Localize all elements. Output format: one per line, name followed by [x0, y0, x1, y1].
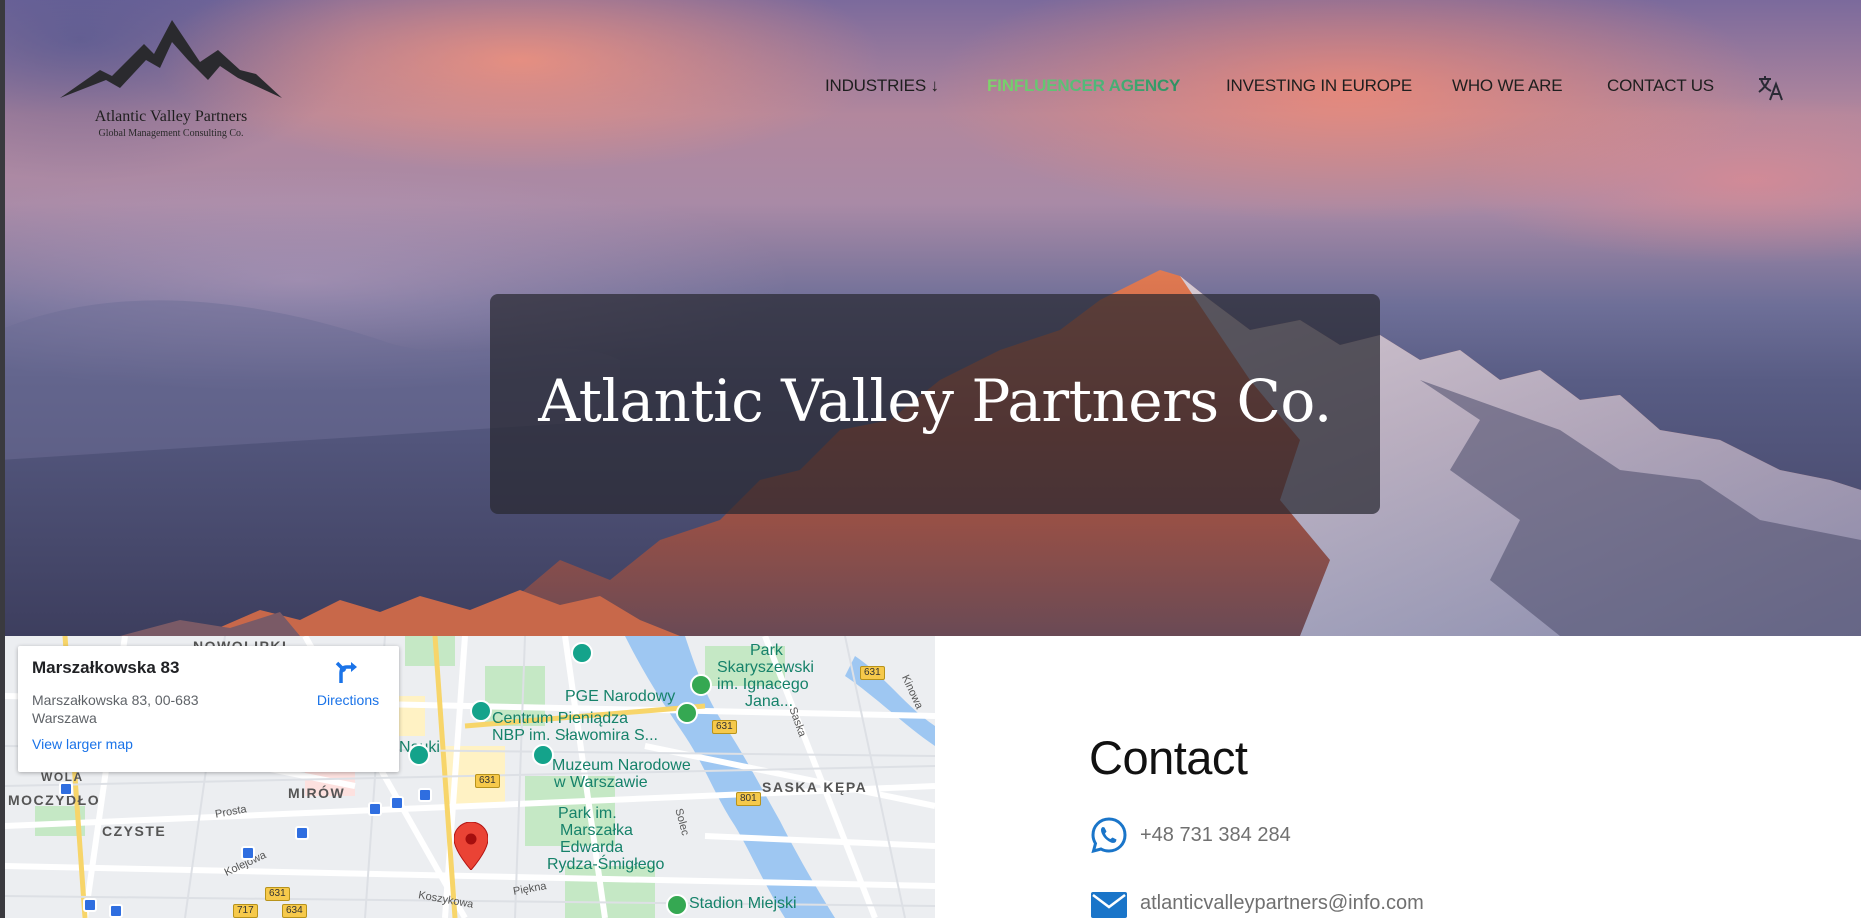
contact-phone: +48 731 384 284	[1140, 824, 1291, 846]
museum-poi-icon	[571, 642, 593, 664]
map-place-title: Marszałkowska 83	[32, 658, 180, 677]
map-label-muzeum-2: w Warszawie	[554, 774, 648, 791]
route-badge-631: 631	[475, 774, 500, 788]
hero-title-panel: Atlantic Valley Partners Co.	[490, 294, 1380, 514]
transit-stop-icon	[109, 904, 123, 918]
map-label-park-rs-1: Park im.	[558, 805, 617, 822]
whatsapp-icon	[1091, 817, 1127, 854]
park-poi-icon	[690, 674, 712, 696]
transit-stop-icon	[295, 826, 309, 840]
transit-stop-icon	[59, 782, 73, 796]
poi-icon	[408, 744, 430, 766]
map-address-line-1: Marszałkowska 83, 00-683	[32, 692, 199, 708]
stadium-poi-icon	[666, 894, 688, 916]
map-label-moczydlo: MOCZYDŁO	[8, 792, 101, 808]
location-marker-icon[interactable]	[454, 822, 488, 870]
transit-stop-icon	[390, 796, 404, 810]
map-label-stadion: Stadion Miejski	[689, 895, 797, 912]
hero-section: Atlantic Valley Partners Global Manageme…	[0, 0, 1861, 636]
site-logo[interactable]: Atlantic Valley Partners Global Manageme…	[58, 20, 284, 145]
directions-label: Directions	[316, 692, 380, 708]
map-label-park-rs-4: Rydza-Śmigłego	[547, 856, 665, 873]
contact-email: atlanticvalleypartners@info.com	[1140, 892, 1424, 914]
map-label-czyste: CZYSTE	[102, 823, 167, 839]
contact-heading: Contact	[1089, 731, 1248, 784]
map-label-saska-kepa: SASKA KĘPA	[762, 779, 868, 795]
logo-tagline: Global Management Consulting Co.	[98, 128, 244, 139]
map-label-muzeum-1: Muzeum Narodowe	[552, 757, 691, 774]
map-label-park-sk-4: Jana...	[745, 693, 794, 710]
map-label-park-rs-3: Edwarda	[560, 839, 624, 856]
nav-industries[interactable]: INDUSTRIES ↓	[825, 76, 939, 96]
view-larger-map-link[interactable]: View larger map	[32, 736, 133, 752]
transit-stop-icon	[368, 802, 382, 816]
route-badge-631: 631	[712, 720, 737, 734]
route-badge-631: 631	[860, 666, 885, 680]
map-label-park-sk-2: Skaryszewski	[717, 659, 814, 676]
route-badge-801: 801	[736, 792, 761, 806]
museum-poi-icon	[470, 700, 492, 722]
mail-icon	[1091, 892, 1127, 918]
map-label-park-sk-3: im. Ignacego	[717, 676, 809, 693]
map-label-park-sk-1: Park	[750, 642, 783, 659]
directions-button[interactable]: Directions	[303, 659, 393, 708]
transit-stop-icon	[418, 788, 432, 802]
map-label-park-rs-2: Marszałka	[560, 822, 633, 839]
logo-name: Atlantic Valley Partners	[94, 108, 248, 125]
mountain-logo-icon	[60, 20, 282, 98]
translate-icon[interactable]	[1757, 74, 1785, 102]
museum-poi-icon	[532, 744, 554, 766]
map-label-mirow: MIRÓW	[288, 785, 346, 801]
transit-stop-icon	[83, 898, 97, 912]
map-label-centrum-1: Centrum Pieniądza	[492, 710, 629, 727]
route-badge-717: 717	[233, 904, 258, 918]
park-poi-icon	[676, 702, 698, 724]
route-badge-634: 634	[282, 904, 307, 918]
nav-investing-in-europe[interactable]: INVESTING IN EUROPE	[1226, 76, 1412, 96]
map-info-card: Marszałkowska 83 Marszałkowska 83, 00-68…	[18, 646, 399, 772]
route-badge-631: 631	[265, 887, 290, 901]
map-label-centrum-2: NBP im. Sławomira S...	[492, 727, 658, 744]
embedded-map[interactable]: NOWOLIPKI WOLA MOCZYDŁO CZYSTE MIRÓW SAS…	[5, 636, 935, 918]
nav-contact-us[interactable]: CONTACT US	[1607, 76, 1714, 96]
hero-title: Atlantic Valley Partners Co.	[538, 367, 1332, 435]
contact-section: Contact +48 731 384 284 atlanticvalleypa…	[935, 636, 1861, 918]
transit-stop-icon	[241, 846, 255, 860]
map-address-line-2: Warszawa	[32, 710, 97, 726]
directions-icon	[335, 661, 357, 683]
nav-finfluencer-agency[interactable]: FINFLUENCER AGENCY	[987, 76, 1180, 96]
window-edge	[0, 0, 5, 918]
nav-who-we-are[interactable]: WHO WE ARE	[1452, 76, 1563, 96]
map-label-pge-narodowy: PGE Narodowy	[565, 688, 676, 705]
